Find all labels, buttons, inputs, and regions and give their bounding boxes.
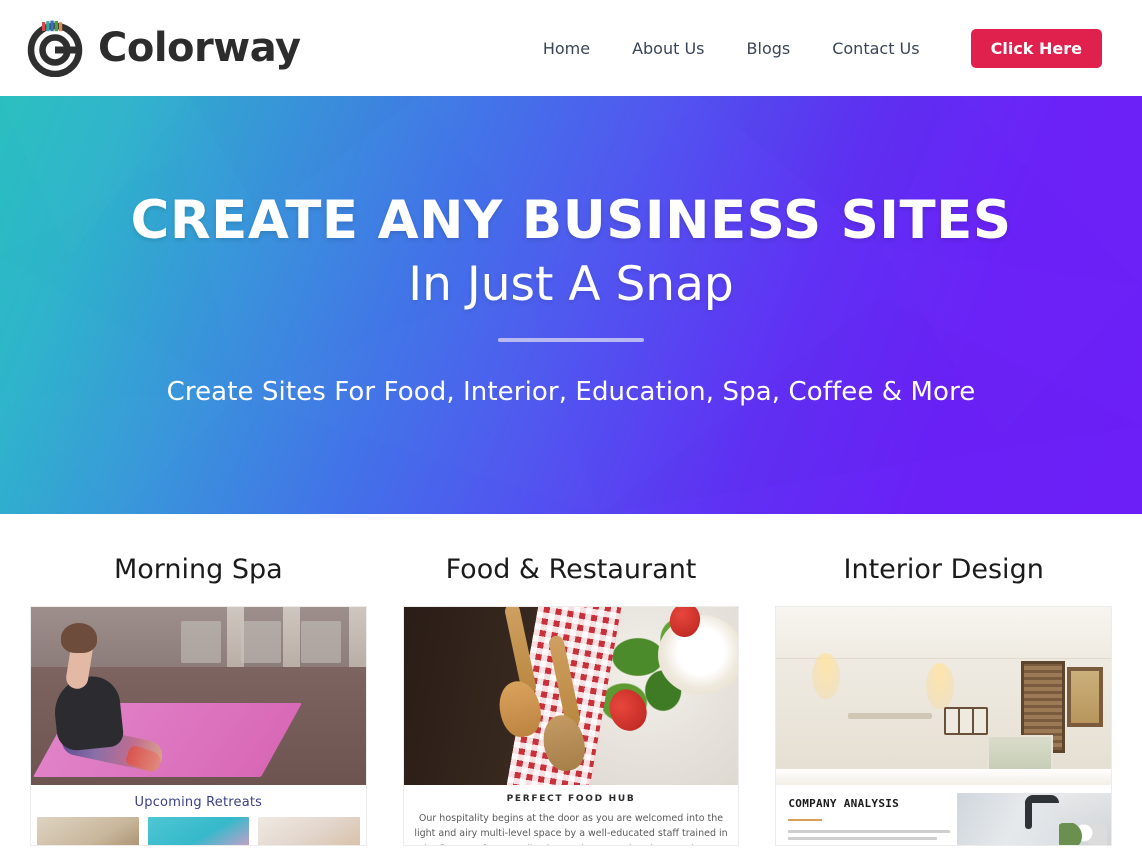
spa-thumbnail <box>147 817 250 845</box>
interior-preview-rule <box>788 819 823 821</box>
colorway-ring-icon <box>26 19 84 77</box>
food-preview-paragraph: Our hospitality begins at the door as yo… <box>414 813 728 845</box>
card-title: Morning Spa <box>113 554 283 585</box>
spa-hero-image <box>31 607 366 785</box>
brand-name: Colorway <box>98 25 301 71</box>
interior-hero-image <box>776 607 1112 785</box>
card-title: Food & Restaurant <box>445 554 697 585</box>
nav-item-blogs[interactable]: Blogs <box>726 29 812 68</box>
page-root: Colorway Home About Us Blogs Contact Us … <box>0 0 1142 856</box>
card-title: Interior Design <box>843 554 1044 585</box>
hero-divider <box>498 338 644 343</box>
nav-item-home[interactable]: Home <box>522 29 611 68</box>
card-preview-frame[interactable]: COMPANY ANALYSIS <box>775 606 1113 846</box>
hero-tagline: Create Sites For Food, Interior, Educati… <box>166 377 976 408</box>
hero-title: CREATE ANY BUSINESS SITES <box>130 190 1012 251</box>
spa-thumbnail-row <box>31 817 366 845</box>
template-showcase: Morning Spa Upcoming Retreats Food & Res… <box>0 514 1142 846</box>
main-nav: Home About Us Blogs Contact Us Click Her… <box>522 28 1102 68</box>
brand-logo-link[interactable]: Colorway <box>26 19 301 77</box>
interior-preview-placeholder-text <box>788 830 957 840</box>
spa-preview-caption: Upcoming Retreats <box>134 795 263 810</box>
showcase-card-food-restaurant[interactable]: Food & Restaurant PERFECT FOOD HUB Our h… <box>402 514 740 846</box>
spa-thumbnail <box>258 817 360 845</box>
interior-kitchen-image <box>957 793 1111 845</box>
hero-subtitle: In Just A Snap <box>408 256 734 312</box>
food-hero-image <box>403 607 739 785</box>
showcase-card-morning-spa[interactable]: Morning Spa Upcoming Retreats <box>30 514 367 846</box>
nav-item-contact-us[interactable]: Contact Us <box>811 29 940 68</box>
click-here-button[interactable]: Click Here <box>970 28 1102 68</box>
card-preview-frame[interactable]: PERFECT FOOD HUB Our hospitality begins … <box>402 606 740 846</box>
spa-thumbnail <box>37 817 139 845</box>
card-preview-frame[interactable]: Upcoming Retreats <box>30 606 367 846</box>
hero-banner: CREATE ANY BUSINESS SITES In Just A Snap… <box>0 96 1142 514</box>
showcase-card-interior-design[interactable]: Interior Design COMPANY ANALYSIS <box>775 514 1113 846</box>
nav-item-about-us[interactable]: About Us <box>611 29 725 68</box>
interior-preview-heading: COMPANY ANALYSIS <box>788 797 900 810</box>
site-header: Colorway Home About Us Blogs Contact Us … <box>0 0 1142 96</box>
food-preview-kicker: PERFECT FOOD HUB <box>506 794 636 804</box>
